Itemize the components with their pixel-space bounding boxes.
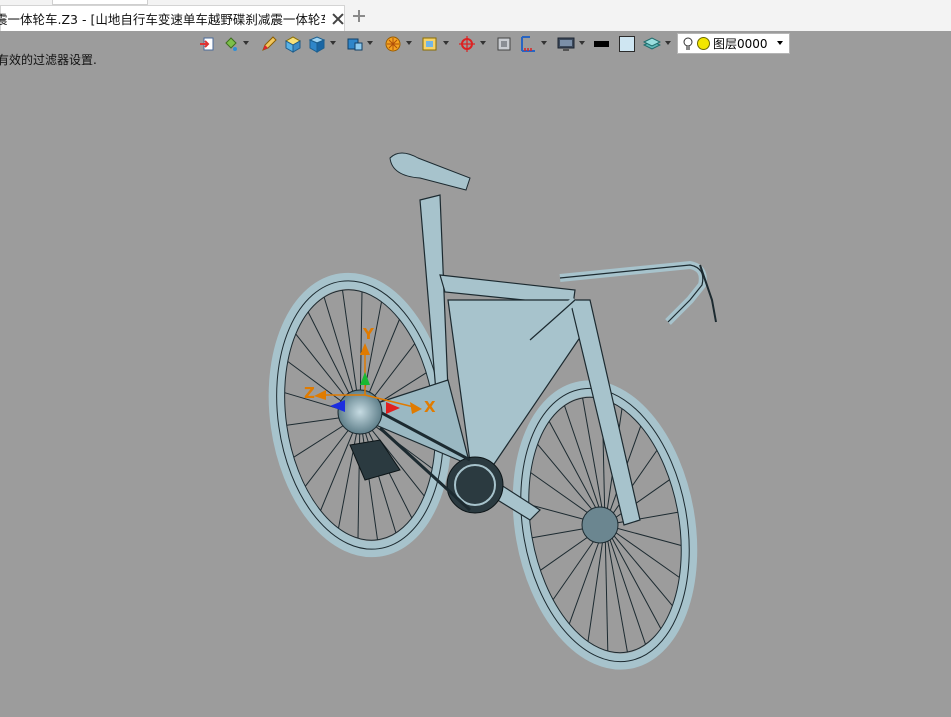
document-tab[interactable]: 震一体轮车.Z3 - [山地自行车变速单车越野碟刹减震一体轮车] <box>0 5 345 31</box>
import-icon[interactable] <box>198 35 216 53</box>
axis-y-label: Y <box>363 325 374 343</box>
ruler-icon[interactable] <box>519 35 537 53</box>
rear-hub <box>337 389 383 435</box>
color-black-swatch[interactable] <box>594 41 609 47</box>
lightbulb-icon[interactable] <box>683 37 693 51</box>
add-tab-icon[interactable] <box>352 9 366 23</box>
saddle <box>389 152 471 191</box>
display-monitor-icon[interactable] <box>557 35 575 53</box>
axis-x-label: X <box>424 398 436 416</box>
bicycle-model[interactable] <box>0 57 951 717</box>
spoke <box>604 524 662 629</box>
layer-color-dot <box>697 37 710 50</box>
picture-frame-icon[interactable] <box>421 35 439 53</box>
snap-target-icon[interactable] <box>458 35 476 53</box>
spoke <box>604 524 609 652</box>
spoke <box>604 524 646 645</box>
layer-dropdown[interactable] <box>665 41 671 45</box>
box-icon[interactable] <box>284 35 302 53</box>
cube-icon[interactable] <box>308 35 326 53</box>
snap-dropdown[interactable] <box>480 41 486 45</box>
tab-title: 震一体轮车.Z3 - [山地自行车变速单车越野碟刹减震一体轮车] <box>0 12 325 27</box>
pencil-icon[interactable] <box>260 35 278 53</box>
sun-icon[interactable] <box>384 35 402 53</box>
axis-z-label: Z <box>304 384 315 402</box>
tab-strip: 震一体轮车.Z3 - [山地自行车变速单车越野碟刹减震一体轮车] <box>0 0 951 32</box>
paint-bucket-icon[interactable] <box>222 35 240 53</box>
close-icon[interactable] <box>331 12 344 26</box>
view-dropdown[interactable] <box>367 41 373 45</box>
ruler-dropdown[interactable] <box>541 41 547 45</box>
layer-stack-icon[interactable] <box>643 35 661 53</box>
grid-square-icon[interactable] <box>495 35 513 53</box>
front-disc <box>581 506 619 544</box>
rear-derailleur <box>349 439 401 481</box>
layer-name: 图层0000 <box>713 37 768 51</box>
chevron-down-icon[interactable] <box>777 41 783 45</box>
display-dropdown[interactable] <box>579 41 585 45</box>
viewport-3d[interactable]: Y Z X <box>0 57 951 717</box>
sun-dropdown[interactable] <box>406 41 412 45</box>
color-light-swatch[interactable] <box>619 36 635 52</box>
cube-view-icon[interactable] <box>346 35 364 53</box>
cube-dropdown[interactable] <box>330 41 336 45</box>
spoke <box>604 524 628 653</box>
layer-select[interactable]: 图层0000 <box>677 33 790 54</box>
frame-dropdown[interactable] <box>443 41 449 45</box>
paint-dropdown[interactable] <box>243 41 249 45</box>
